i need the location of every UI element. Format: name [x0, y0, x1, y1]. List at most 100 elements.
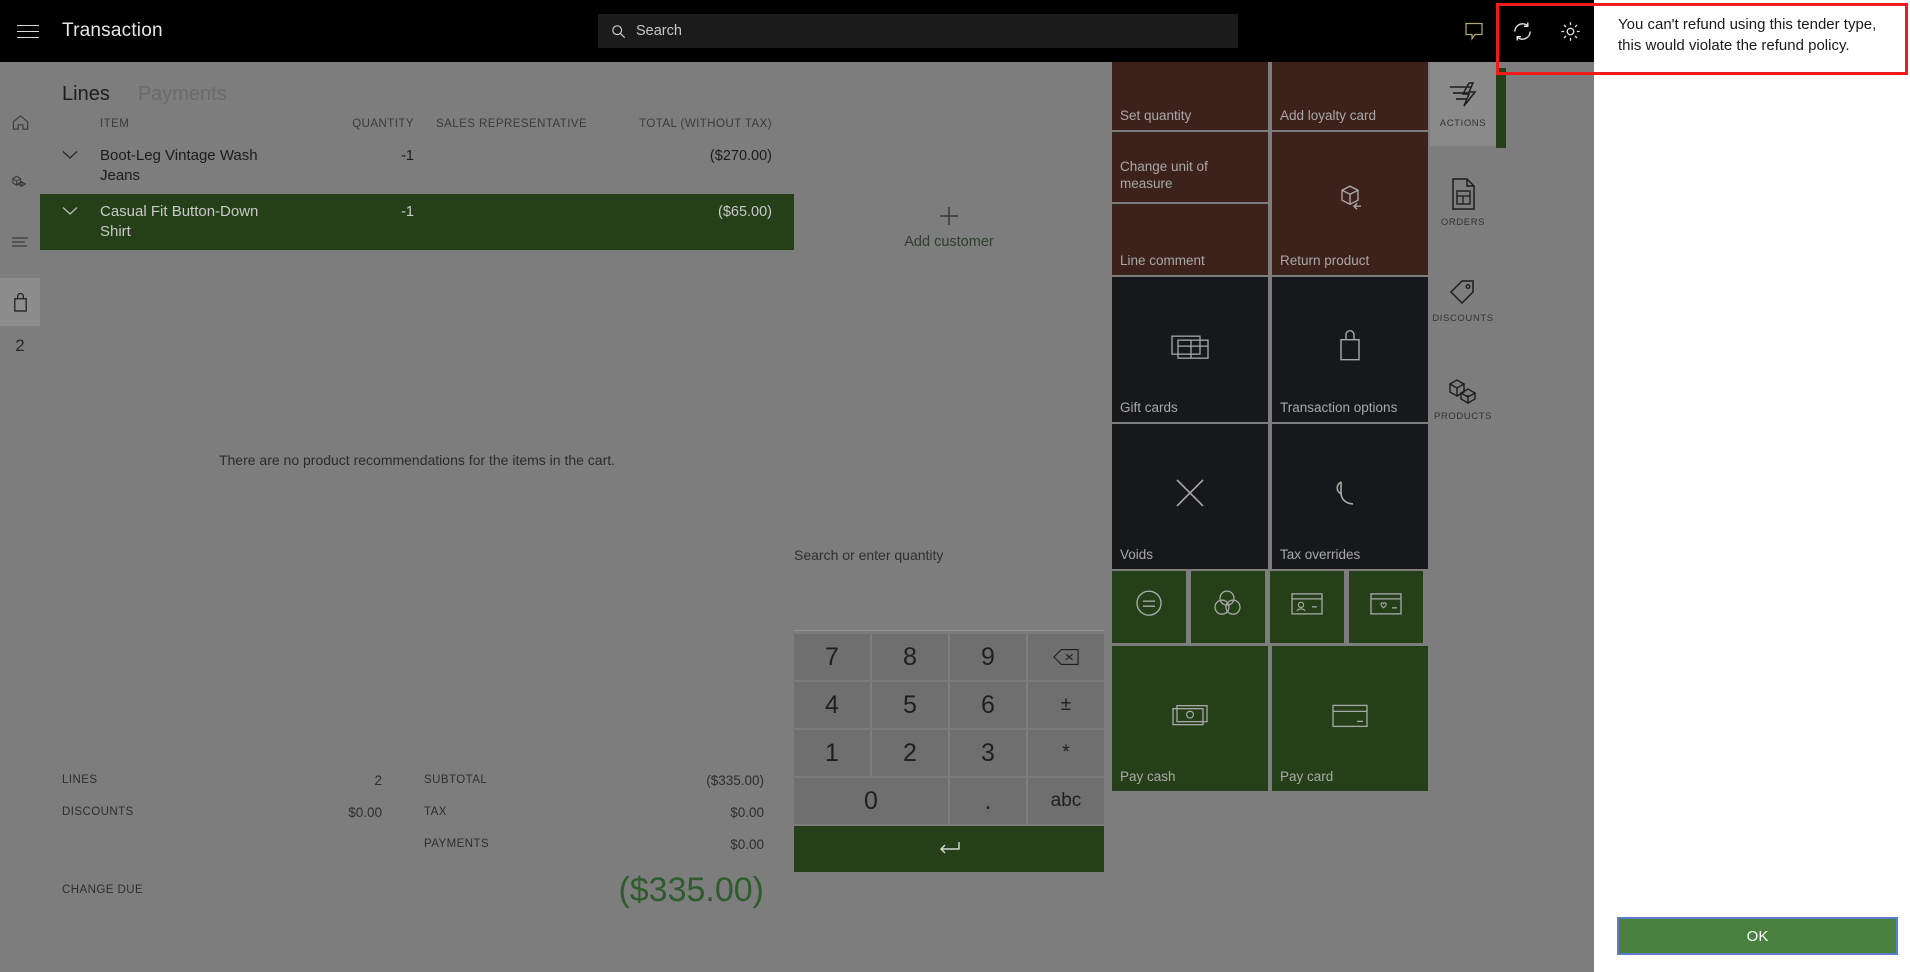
- tile-transaction-options[interactable]: Transaction options: [1272, 277, 1428, 422]
- tile-label: Gift cards: [1120, 400, 1178, 415]
- line-item-name: Casual Fit Button-Down Shirt: [100, 203, 259, 240]
- sidebar-item-cart[interactable]: [0, 278, 40, 326]
- quantity-input-placeholder[interactable]: Search or enter quantity: [794, 547, 943, 563]
- cart-panel: Lines Payments ITEM QUANTITY SALES REPRE…: [40, 62, 794, 972]
- key-decimal[interactable]: .: [950, 778, 1026, 824]
- rail-item-discounts[interactable]: DISCOUNTS: [1430, 258, 1496, 342]
- total-value-lines: 2: [374, 772, 382, 788]
- rail-item-products[interactable]: PRODUCTS: [1430, 356, 1496, 440]
- orders-document-icon: [1448, 177, 1478, 211]
- tile-label: Add loyalty card: [1280, 108, 1377, 123]
- shopping-bag-icon: [1272, 327, 1428, 363]
- list-icon: [12, 237, 28, 247]
- recommendations-message: There are no product recommendations for…: [218, 452, 616, 468]
- key-8[interactable]: 8: [872, 634, 948, 680]
- top-command-bar: Transaction Search: [0, 0, 1594, 62]
- shopping-bag-icon: [13, 292, 27, 312]
- key-abc[interactable]: abc: [1028, 778, 1104, 824]
- totals-summary: LINES 2 DISCOUNTS $0.00 SUBTOTAL ($335.0…: [50, 764, 776, 860]
- table-row[interactable]: Casual Fit Button-Down Shirt -1 ($65.00): [40, 194, 794, 250]
- hamburger-icon[interactable]: [0, 0, 56, 62]
- key-7[interactable]: 7: [794, 634, 870, 680]
- rail-item-orders[interactable]: ORDERS: [1430, 160, 1496, 244]
- total-row-lines: LINES 2: [50, 764, 394, 796]
- column-header-item: ITEM: [100, 118, 130, 130]
- total-value-tax: $0.00: [730, 804, 764, 820]
- rail-item-actions[interactable]: ACTIONS: [1430, 62, 1506, 148]
- id-card-icon: [1270, 591, 1344, 617]
- plus-icon: [937, 204, 961, 228]
- rail-label: ORDERS: [1440, 216, 1486, 228]
- sidebar-item-products[interactable]: [0, 158, 40, 206]
- total-row-payments: PAYMENTS $0.00: [412, 828, 776, 860]
- key-plus-minus[interactable]: ±: [1028, 682, 1104, 728]
- right-navigation-rail: ACTIONS ORDERS DISCOUNTS PRODUCTS: [1430, 62, 1506, 972]
- key-5[interactable]: 5: [872, 682, 948, 728]
- column-header-total: TOTAL (WITHOUT TAX): [639, 118, 772, 130]
- key-enter[interactable]: [794, 826, 1104, 872]
- tile-set-quantity[interactable]: Set quantity: [1112, 62, 1268, 130]
- customer-and-numpad-column: Add customer Search or enter quantity 7 …: [794, 62, 1104, 972]
- numpad-divider: [794, 630, 1104, 631]
- tile-gift-cards[interactable]: Gift cards: [1112, 277, 1268, 422]
- key-6[interactable]: 6: [950, 682, 1026, 728]
- column-header-quantity: QUANTITY: [352, 118, 414, 130]
- sidebar-item-home[interactable]: [0, 98, 40, 146]
- key-0[interactable]: 0: [794, 778, 948, 824]
- speech-bubble-icon[interactable]: [1450, 0, 1498, 62]
- tile-label: Transaction options: [1280, 400, 1398, 415]
- line-item-quantity: -1: [401, 204, 414, 220]
- chevron-down-icon[interactable]: [40, 146, 100, 160]
- gear-icon[interactable]: [1546, 0, 1594, 62]
- key-4[interactable]: 4: [794, 682, 870, 728]
- tile-loyalty-card[interactable]: [1349, 571, 1423, 643]
- sidebar-item-lines[interactable]: [0, 218, 40, 266]
- column-header-sales-rep: SALES REPRESENTATIVE: [436, 118, 588, 130]
- line-item-name: Boot-Leg Vintage Wash Jeans: [100, 147, 258, 184]
- equals-circle-icon: [1112, 587, 1186, 619]
- screen-root: Transaction Search 2 Lines Payments ITEM…: [0, 0, 1910, 972]
- action-tile-grid: Set quantity Add loyalty card Change uni…: [1112, 62, 1430, 972]
- tile-return-product[interactable]: Return product: [1272, 132, 1428, 275]
- gift-card-icon: [1112, 330, 1268, 362]
- cart-tabs: Lines Payments: [40, 62, 794, 110]
- chevron-down-icon[interactable]: [40, 202, 100, 216]
- rail-label: ACTIONS: [1439, 117, 1487, 129]
- table-row[interactable]: Boot-Leg Vintage Wash Jeans -1 ($270.00): [40, 138, 794, 194]
- key-1[interactable]: 1: [794, 730, 870, 776]
- tile-change-unit-of-measure[interactable]: Change unit of measure: [1112, 132, 1268, 202]
- cash-icon: [1112, 701, 1268, 729]
- rail-label: PRODUCTS: [1433, 410, 1493, 422]
- refresh-icon[interactable]: [1498, 0, 1546, 62]
- tile-line-comment[interactable]: Line comment: [1112, 204, 1268, 275]
- tile-pay-cash[interactable]: Pay cash: [1112, 646, 1268, 791]
- discount-tag-icon: [1447, 277, 1479, 307]
- key-backspace[interactable]: [1028, 634, 1104, 680]
- total-label-discounts: DISCOUNTS: [62, 806, 134, 818]
- line-item-quantity: -1: [401, 148, 414, 164]
- tile-price-check[interactable]: [1112, 571, 1186, 643]
- tab-payments[interactable]: Payments: [138, 83, 227, 110]
- change-due-label: CHANGE DUE: [62, 884, 144, 896]
- tile-currency-exchange[interactable]: [1191, 571, 1265, 643]
- numeric-keypad: 7 8 9 4 5 6 ± 1 2 3 * 0 . abc: [794, 634, 1104, 872]
- tile-add-loyalty-card[interactable]: Add loyalty card: [1272, 62, 1428, 130]
- tile-pay-card[interactable]: Pay card: [1272, 646, 1428, 791]
- key-asterisk[interactable]: *: [1028, 730, 1104, 776]
- enter-arrow-icon: [937, 840, 961, 858]
- key-2[interactable]: 2: [872, 730, 948, 776]
- tile-customer-card[interactable]: [1270, 571, 1344, 643]
- close-x-icon: [1112, 475, 1268, 509]
- key-3[interactable]: 3: [950, 730, 1026, 776]
- tile-label: Change unit of measure: [1120, 159, 1208, 191]
- tile-tax-overrides[interactable]: Tax overrides: [1272, 424, 1428, 569]
- tile-voids[interactable]: Voids: [1112, 424, 1268, 569]
- page-title: Transaction: [62, 20, 163, 41]
- key-9[interactable]: 9: [950, 634, 1026, 680]
- ok-button[interactable]: OK: [1617, 917, 1898, 955]
- search-input[interactable]: Search: [598, 14, 1238, 48]
- add-customer-button[interactable]: Add customer: [794, 62, 1104, 392]
- return-box-icon: [1272, 179, 1428, 219]
- search-placeholder: Search: [636, 23, 682, 39]
- tab-lines[interactable]: Lines: [62, 83, 110, 110]
